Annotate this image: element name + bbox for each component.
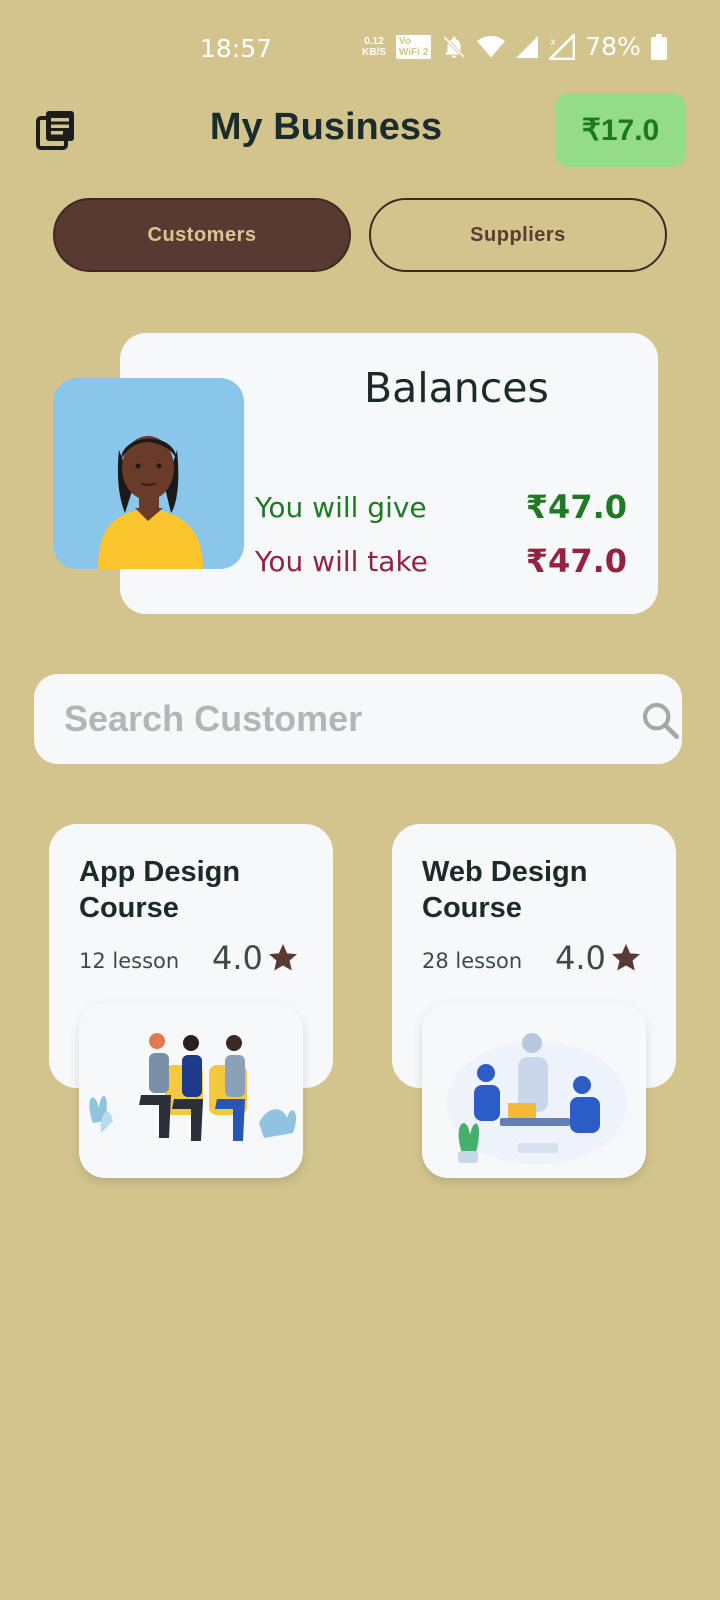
vowifi-badge: Vo WiFi 2 — [395, 34, 432, 59]
battery-level: 78% — [585, 32, 641, 61]
signal-no-data-icon: x — [549, 33, 576, 60]
give-label: You will give — [255, 490, 427, 524]
network-speed: 0.12 KB/S — [362, 35, 386, 58]
header-balance-badge[interactable]: ₹17.0 — [555, 93, 686, 167]
svg-text:x: x — [550, 36, 556, 47]
status-time: 18:57 — [200, 34, 273, 63]
avatar — [53, 378, 244, 569]
tab-suppliers[interactable]: Suppliers — [369, 198, 667, 272]
search-input[interactable] — [64, 674, 584, 764]
star-icon — [268, 944, 297, 971]
rating-value: 4.0 — [212, 939, 263, 977]
person-illustration — [98, 436, 203, 569]
wifi-icon — [477, 35, 506, 57]
course-image-web-design[interactable] — [422, 1003, 646, 1178]
give-row: You will give ₹47.0 — [255, 488, 627, 526]
status-bar: 18:57 0.12 KB/S Vo WiFi 2 x 78% — [0, 30, 720, 70]
course-rating: 4.0 — [555, 939, 642, 977]
rating-value: 4.0 — [555, 939, 606, 977]
star-icon — [611, 944, 640, 971]
course-lessons: 28 lesson — [422, 949, 523, 973]
battery-icon — [650, 33, 667, 60]
course-rating: 4.0 — [212, 939, 299, 977]
course-title: App Design Course — [79, 856, 241, 924]
take-row: You will take ₹47.0 — [255, 542, 627, 580]
bell-off-icon — [443, 35, 466, 58]
status-icons: 0.12 KB/S Vo WiFi 2 x 78% — [362, 32, 667, 61]
course-image-app-design[interactable] — [79, 1003, 303, 1178]
course-title: Web Design Course — [422, 856, 588, 924]
course-lessons: 12 lesson — [79, 949, 180, 973]
search-bar — [34, 674, 682, 764]
balances-title: Balances — [364, 364, 549, 412]
give-amount: ₹47.0 — [525, 488, 627, 526]
take-label: You will take — [255, 544, 428, 578]
tab-customers[interactable]: Customers — [53, 198, 351, 272]
meeting-illustration — [447, 1033, 627, 1165]
team-illustration — [89, 1033, 297, 1141]
search-icon[interactable] — [640, 700, 680, 740]
take-amount: ₹47.0 — [525, 542, 627, 580]
signal-icon — [516, 35, 539, 58]
